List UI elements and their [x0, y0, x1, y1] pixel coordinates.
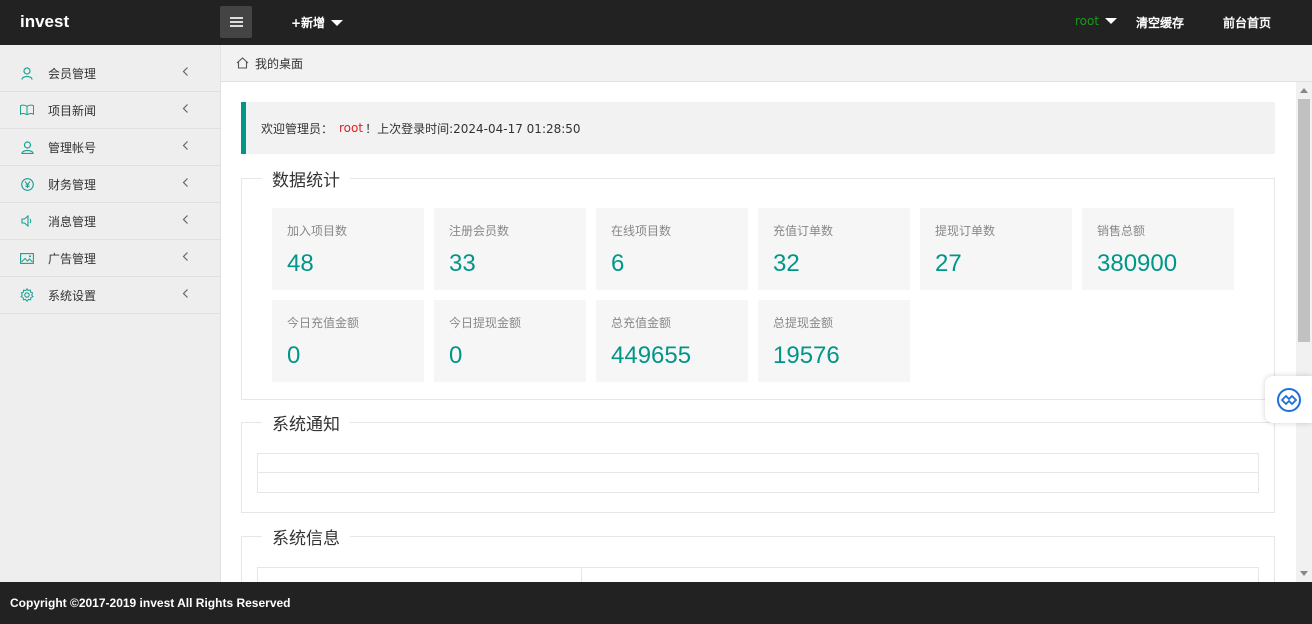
sidebar-item-label: 项目新闻 [48, 103, 97, 118]
breadcrumb: 我的桌面 [221, 45, 1312, 82]
welcome-banner: 欢迎管理员： root ！上次登录时间:2024-04-17 01:28:50 [241, 102, 1275, 154]
stat-value: 33 [449, 250, 476, 277]
yen-icon [20, 177, 34, 191]
stat-card: 总充值金额 449655 [596, 300, 748, 382]
welcome-username: root [339, 121, 364, 135]
sidebar: 会员管理 项目新闻 管理帐号 财务管理 消息管理 广告管理 系统设置 [0, 45, 221, 582]
stat-card: 充值订单数 32 [758, 208, 910, 290]
sidebar-item-label: 系统设置 [48, 288, 97, 303]
stat-value: 0 [287, 342, 301, 369]
sidebar-item-label: 会员管理 [48, 66, 97, 81]
copyright-text: Copyright ©2017-2019 invest All Rights R… [10, 596, 291, 610]
stats-title: 数据统计 [272, 171, 340, 191]
clear-cache-link[interactable]: 清空缓存 [1136, 14, 1184, 31]
sidebar-item-settings[interactable]: 系统设置 [0, 277, 220, 314]
notice-title: 系统通知 [272, 415, 340, 435]
chevron-left-icon [182, 289, 188, 298]
speaker-icon [20, 214, 34, 228]
scroll-up-icon[interactable] [1300, 88, 1308, 93]
chevron-left-icon [182, 104, 188, 113]
stat-label: 注册会员数 [449, 224, 510, 238]
chevron-left-icon [182, 67, 188, 76]
table-row [258, 473, 1258, 492]
content-scrollbar[interactable] [1296, 82, 1312, 582]
floating-assistant-button[interactable] [1265, 376, 1312, 423]
sidebar-item-label: 财务管理 [48, 177, 97, 192]
caret-down-icon [1105, 18, 1118, 24]
stat-value: 19576 [773, 342, 840, 369]
stat-label: 在线项目数 [611, 224, 672, 238]
stat-card: 在线项目数 6 [596, 208, 748, 290]
stat-card: 销售总额 380900 [1082, 208, 1234, 290]
sidebar-item-label: 管理帐号 [48, 140, 97, 155]
book-icon [20, 103, 34, 117]
stat-label: 今日提现金额 [449, 316, 522, 330]
stat-card: 提现订单数 27 [920, 208, 1072, 290]
add-new-label: +新增 [291, 16, 326, 30]
top-header: invest +新增 root 清空缓存 前台首页 [0, 0, 1312, 45]
scroll-thumb[interactable] [1298, 99, 1310, 342]
sidebar-item-members[interactable]: 会员管理 [0, 55, 220, 92]
stat-label: 销售总额 [1097, 224, 1146, 238]
add-new-dropdown[interactable]: +新增 [291, 14, 344, 31]
sysinfo-table [257, 567, 1259, 582]
welcome-suffix: ！上次登录时间:2024-04-17 01:28:50 [365, 121, 581, 136]
sidebar-item-admin-accounts[interactable]: 管理帐号 [0, 129, 220, 166]
stat-card: 今日充值金额 0 [272, 300, 424, 382]
stat-value: 32 [773, 250, 800, 277]
stat-card: 总提现金额 19576 [758, 300, 910, 382]
table-divider [581, 568, 582, 582]
stat-value: 449655 [611, 342, 692, 369]
caret-down-icon [331, 19, 344, 26]
username-label: root [1075, 14, 1100, 28]
stat-value: 6 [611, 250, 625, 277]
chevron-left-icon [182, 178, 188, 187]
menu-toggle-button[interactable] [220, 6, 252, 38]
stat-card: 今日提现金额 0 [434, 300, 586, 382]
table-row [258, 454, 1258, 473]
stat-value: 48 [287, 250, 314, 277]
image-icon [20, 251, 34, 265]
home-icon [236, 57, 249, 69]
welcome-prefix: 欢迎管理员： [261, 121, 334, 136]
sidebar-item-finance[interactable]: 财务管理 [0, 166, 220, 203]
stat-value: 380900 [1097, 250, 1178, 277]
stat-card: 注册会员数 33 [434, 208, 586, 290]
sidebar-item-label: 消息管理 [48, 214, 97, 229]
user-dropdown[interactable]: root [1075, 14, 1118, 28]
chevron-left-icon [182, 252, 188, 261]
stat-label: 今日充值金额 [287, 316, 360, 330]
assistant-icon [1276, 387, 1301, 412]
stat-label: 充值订单数 [773, 224, 834, 238]
hamburger-icon [229, 17, 243, 27]
sidebar-item-ads[interactable]: 广告管理 [0, 240, 220, 277]
stat-label: 总充值金额 [611, 316, 672, 330]
sidebar-item-news[interactable]: 项目新闻 [0, 92, 220, 129]
stat-label: 总提现金额 [773, 316, 834, 330]
gear-icon [20, 288, 34, 302]
stat-value: 27 [935, 250, 962, 277]
chevron-left-icon [182, 215, 188, 224]
breadcrumb-home-tab[interactable]: 我的桌面 [255, 55, 303, 72]
sidebar-item-label: 广告管理 [48, 251, 97, 266]
app-logo[interactable]: invest [20, 12, 69, 32]
stat-value: 0 [449, 342, 463, 369]
stat-label: 加入项目数 [287, 224, 348, 238]
stat-label: 提现订单数 [935, 224, 996, 238]
chevron-left-icon [182, 141, 188, 150]
scroll-down-icon[interactable] [1300, 571, 1308, 576]
sidebar-item-messages[interactable]: 消息管理 [0, 203, 220, 240]
stat-card: 加入项目数 48 [272, 208, 424, 290]
footer: Copyright ©2017-2019 invest All Rights R… [0, 582, 1312, 624]
main-content: 欢迎管理员： root ！上次登录时间:2024-04-17 01:28:50 … [221, 82, 1296, 582]
user-icon [20, 66, 34, 80]
sysinfo-title: 系统信息 [272, 529, 340, 549]
notice-table [257, 453, 1259, 493]
front-home-link[interactable]: 前台首页 [1223, 14, 1271, 31]
admin-icon [20, 140, 34, 154]
